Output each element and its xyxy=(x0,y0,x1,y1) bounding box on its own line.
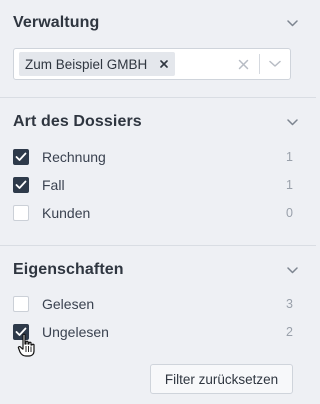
option-count: 3 xyxy=(286,297,293,311)
chevron-down-icon[interactable] xyxy=(286,116,298,128)
checkbox-ungelesen[interactable] xyxy=(13,324,29,340)
section-header-verwaltung[interactable]: Verwaltung xyxy=(13,12,298,34)
filter-option-rechnung[interactable]: Rechnung 1 xyxy=(13,148,293,166)
filter-option-kunden[interactable]: Kunden 0 xyxy=(13,204,293,222)
section-divider xyxy=(0,245,316,246)
section-title-dossier-type: Art des Dossiers xyxy=(13,113,142,130)
selected-chip: Zum Beispiel GMBH xyxy=(19,52,176,76)
verwaltung-select[interactable]: Zum Beispiel GMBH xyxy=(13,48,291,80)
chip-label: Zum Beispiel GMBH xyxy=(25,56,148,72)
section-title-properties: Eigenschaften xyxy=(13,261,124,278)
chevron-down-icon[interactable] xyxy=(286,264,298,276)
clear-icon[interactable] xyxy=(236,57,250,71)
chevron-down-icon[interactable] xyxy=(286,17,298,29)
section-header-properties[interactable]: Eigenschaften xyxy=(13,259,298,281)
option-count: 2 xyxy=(286,325,293,339)
section-title-verwaltung: Verwaltung xyxy=(13,14,100,31)
option-count: 0 xyxy=(286,206,293,220)
dropdown-chevron-icon[interactable] xyxy=(260,49,290,79)
option-label: Fall xyxy=(42,177,65,193)
option-count: 1 xyxy=(286,150,293,164)
checkbox-gelesen[interactable] xyxy=(13,296,29,312)
checkbox-rechnung[interactable] xyxy=(13,149,29,165)
checkbox-kunden[interactable] xyxy=(13,205,29,221)
checkbox-fall[interactable] xyxy=(13,177,29,193)
filter-option-gelesen[interactable]: Gelesen 3 xyxy=(13,295,293,313)
section-header-dossier-type[interactable]: Art des Dossiers xyxy=(13,111,298,133)
option-label: Ungelesen xyxy=(42,324,109,340)
section-divider xyxy=(0,97,316,98)
option-label: Rechnung xyxy=(42,149,106,165)
filter-option-ungelesen[interactable]: Ungelesen 2 xyxy=(13,323,293,341)
option-count: 1 xyxy=(286,178,293,192)
filter-option-fall[interactable]: Fall 1 xyxy=(13,176,293,194)
option-label: Gelesen xyxy=(42,296,95,312)
option-label: Kunden xyxy=(42,205,91,221)
reset-filter-button[interactable]: Filter zurücksetzen xyxy=(150,364,293,394)
chip-remove-icon[interactable] xyxy=(159,59,169,69)
